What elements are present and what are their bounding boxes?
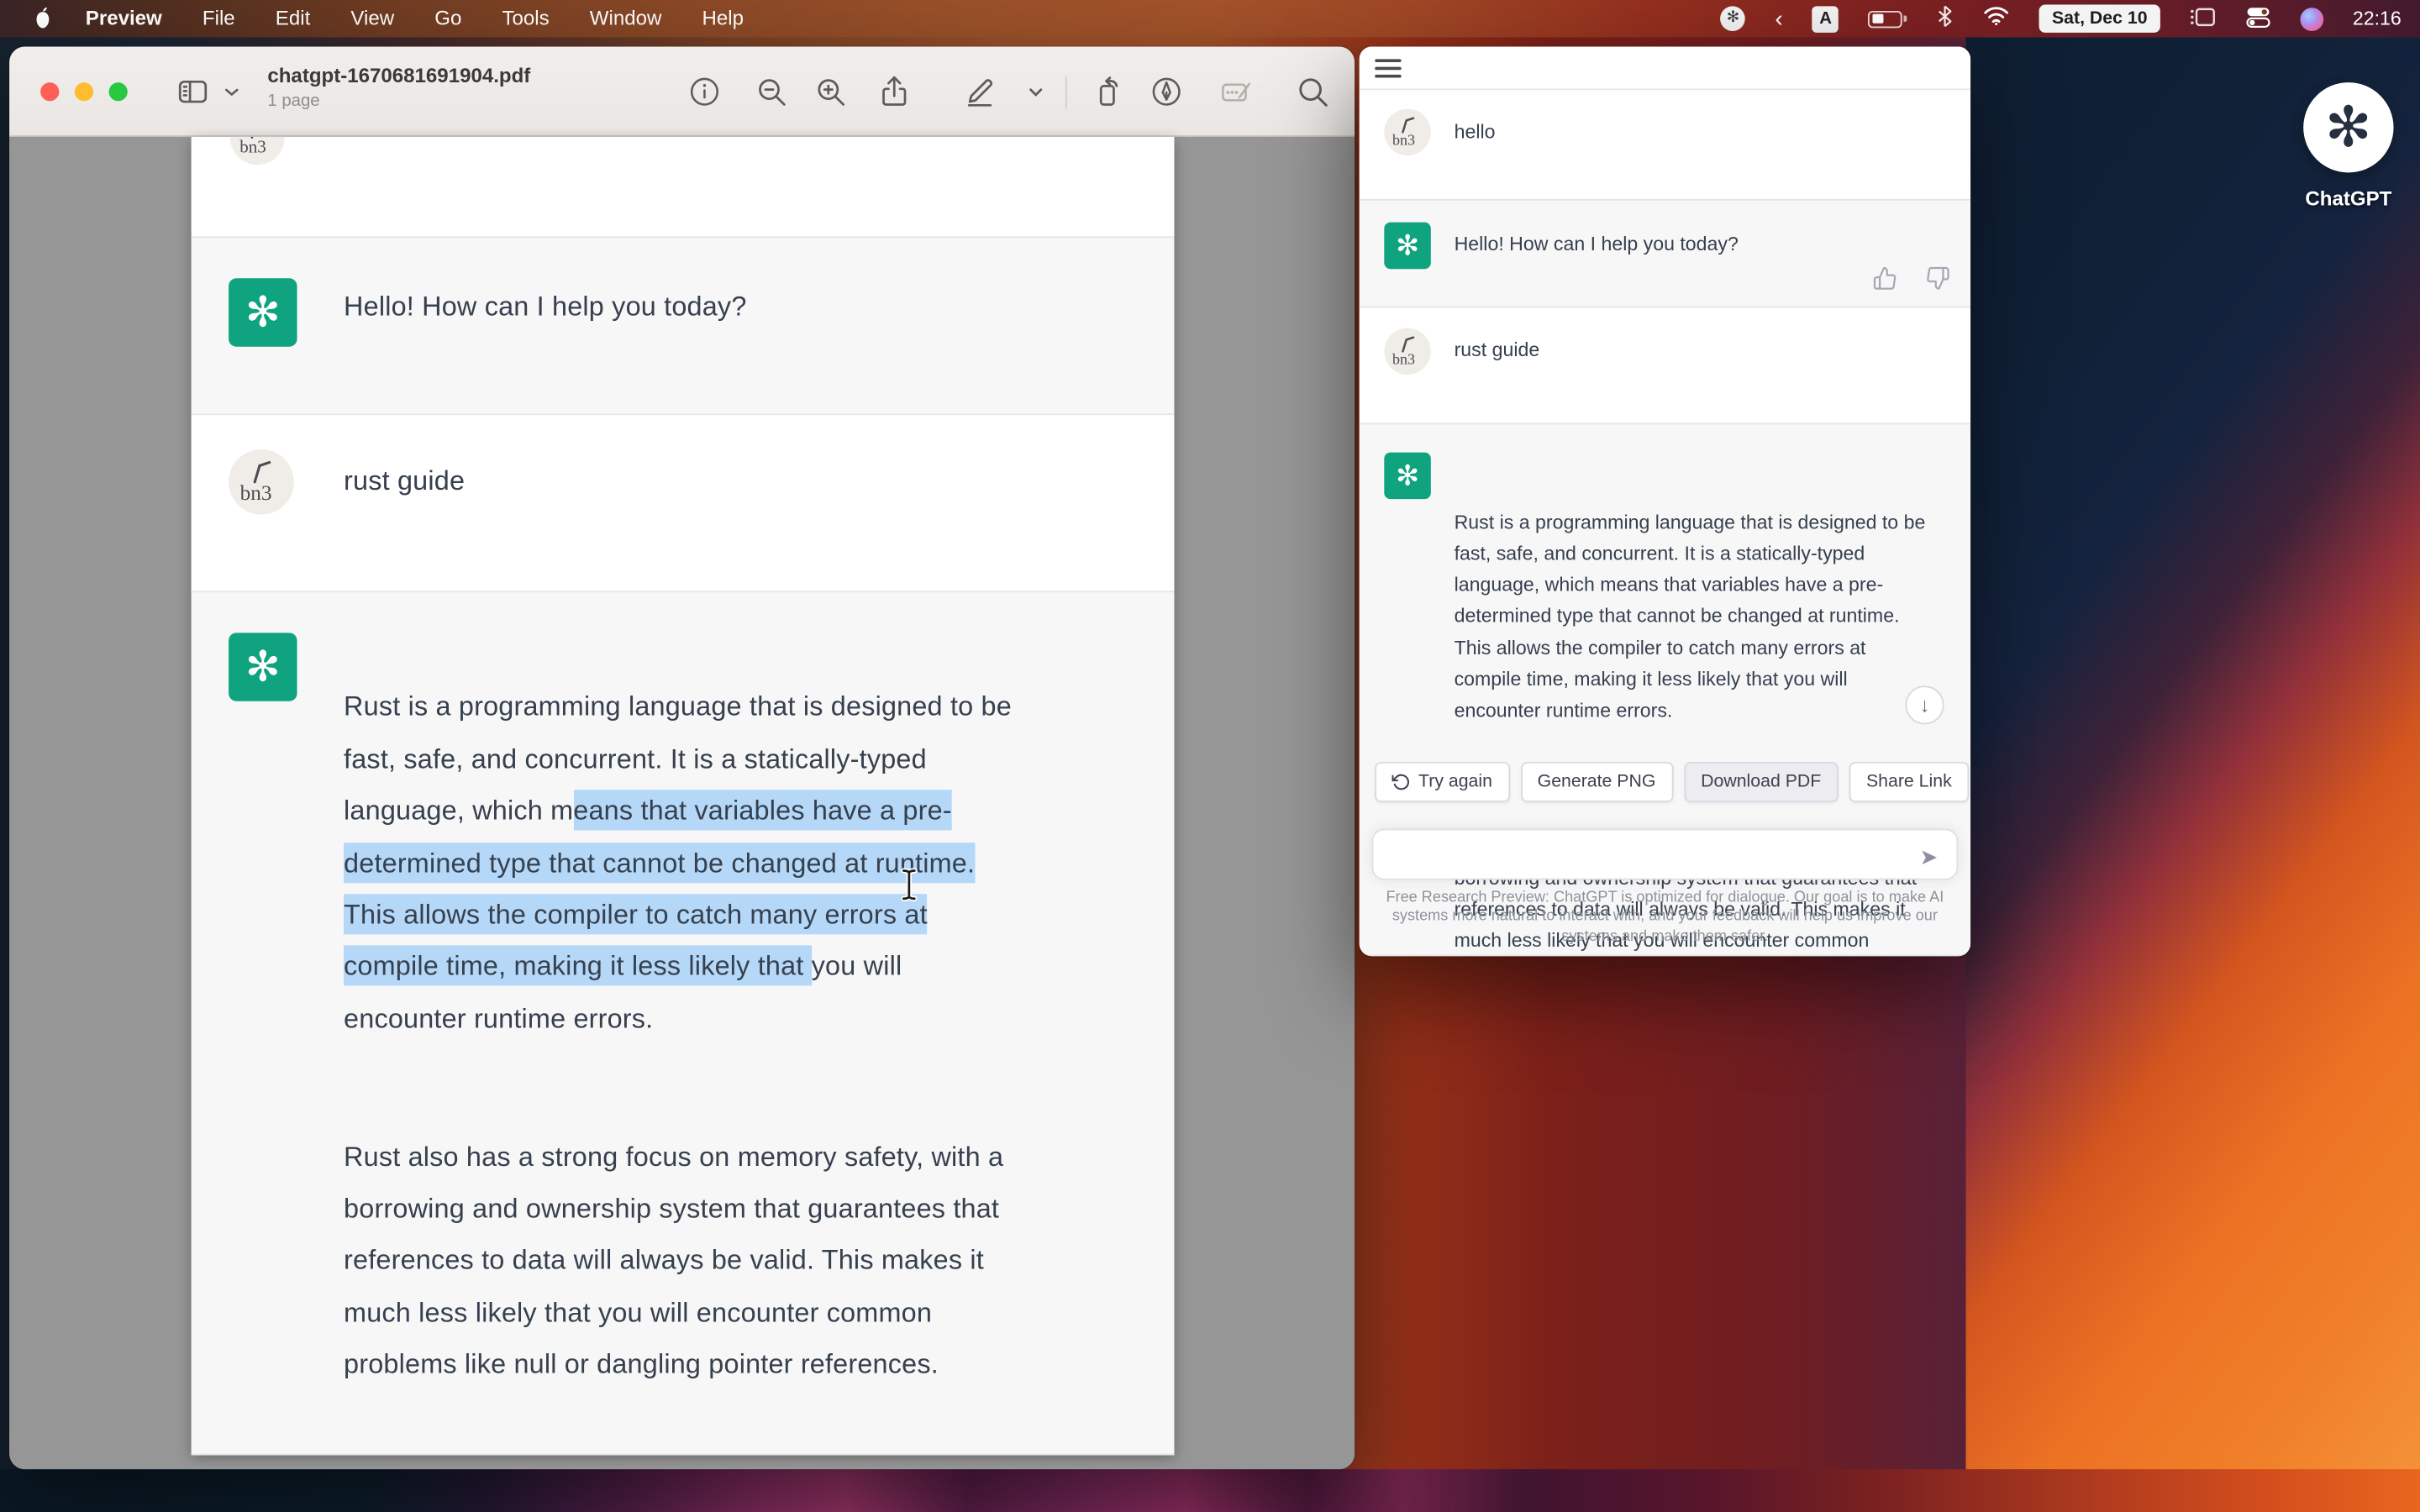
document-title: chatgpt-1670681691904.pdf (267, 64, 530, 87)
share-link-button[interactable]: Share Link (1849, 762, 1969, 802)
hamburger-menu-icon[interactable] (1375, 59, 1401, 78)
menu-window[interactable]: Window (570, 0, 682, 37)
siri-icon[interactable] (2300, 7, 2323, 30)
pdf-answer-text: Rust is a programming language that is d… (344, 630, 1174, 1456)
svg-text:bn3: bn3 (1392, 132, 1415, 149)
collapse-status-chevron-icon[interactable]: ‹ (1776, 5, 1783, 31)
desktop-icon-chatgpt[interactable]: ✻ ChatGPT (2303, 82, 2393, 210)
user-avatar: bn3 (1384, 328, 1431, 375)
button-label: Download PDF (1701, 773, 1821, 791)
user-avatar: bn3 (1384, 109, 1431, 156)
pdf-row-partial: bn3 (192, 137, 1175, 236)
markup-chevron-icon[interactable] (1023, 73, 1049, 110)
preview-window: chatgpt-1670681691904.pdf 1 page (9, 47, 1355, 1470)
pdf-assistant-greeting: Hello! How can I help you today? (344, 281, 746, 333)
screen-mirroring-icon[interactable] (2190, 5, 2216, 31)
svg-text:bn3: bn3 (1392, 351, 1415, 368)
popup-user-message: hello (1455, 117, 1496, 149)
menu-file[interactable]: File (182, 0, 255, 37)
pdf-answer-paragraph-1: Rust is a programming language that is d… (344, 681, 1174, 1045)
menu-edit[interactable]: Edit (255, 0, 331, 37)
sidebar-chevron-down-icon[interactable] (221, 73, 243, 110)
control-center-icon[interactable] (2245, 5, 2270, 31)
button-label: Generate PNG (1538, 773, 1656, 791)
download-pdf-button[interactable]: Download PDF (1684, 762, 1839, 802)
export-button-row: Try again Generate PNG Download PDF Shar… (1375, 762, 1969, 802)
bluetooth-icon[interactable] (1937, 5, 1954, 33)
form-fill-icon (1218, 73, 1255, 110)
text-cursor (899, 868, 919, 902)
screen: Preview File Edit View Go Tools Window H… (0, 0, 2420, 1512)
popup-answer-paragraph-1: Rust is a programming language that is d… (1455, 507, 1926, 727)
scroll-to-bottom-button[interactable]: ↓ (1905, 685, 1944, 724)
zoom-button[interactable] (109, 82, 128, 101)
thumbs-up-icon[interactable] (1872, 266, 1897, 291)
wallpaper-bottom-ribbons (0, 1469, 2420, 1512)
preview-titlebar[interactable]: chatgpt-1670681691904.pdf 1 page (9, 47, 1355, 137)
popup-row-user-1: bn3 hello (1360, 90, 1970, 199)
chatgpt-avatar: ✻ (229, 633, 297, 701)
menu-app-name[interactable]: Preview (66, 0, 182, 37)
minimize-button[interactable] (75, 82, 93, 101)
chatgpt-status-icon[interactable]: ✻ (1721, 6, 1746, 31)
generate-png-button[interactable]: Generate PNG (1520, 762, 1673, 802)
popup-user-message: rust guide (1455, 334, 1540, 366)
search-icon[interactable] (1294, 73, 1331, 110)
markup-pen-icon[interactable] (961, 73, 998, 110)
wifi-icon[interactable] (1984, 6, 2010, 31)
button-label: Share Link (1866, 773, 1952, 791)
info-icon[interactable] (686, 73, 723, 110)
sidebar-toggle-icon[interactable] (174, 73, 211, 110)
pdf-user-prompt: rust guide (344, 455, 465, 507)
menu-view[interactable]: View (330, 0, 414, 37)
menu-help[interactable]: Help (681, 0, 764, 37)
chatgpt-export-window: bn3 hello ✻ Hello! How can I help you to… (1360, 47, 1970, 957)
pdf-page[interactable]: bn3 ✻ Hello! How can I help you today? (192, 137, 1175, 1456)
pdf-row-assistant-answer: ✻ Rust is a programming language that is… (192, 591, 1175, 1455)
close-button[interactable] (40, 82, 59, 101)
user-avatar: bn3 (230, 137, 285, 165)
pdf-row-user-prompt: bn3 rust guide (192, 415, 1175, 591)
desktop-icon-label: ChatGPT (2303, 186, 2393, 210)
user-avatar: bn3 (229, 449, 294, 515)
zoom-in-icon[interactable] (812, 73, 849, 110)
toolbar-separator (1065, 76, 1067, 109)
menu-tools[interactable]: Tools (481, 0, 569, 37)
chatgpt-avatar: ✻ (1384, 453, 1431, 500)
button-label: Try again (1418, 773, 1492, 791)
popup-row-user-2: bn3 rust guide (1360, 307, 1970, 423)
document-page-count: 1 page (267, 92, 530, 110)
battery-icon[interactable] (1869, 10, 1907, 27)
chatgpt-avatar: ✻ (229, 278, 297, 346)
pdf-answer-paragraph-2: Rust also has a strong focus on memory s… (344, 1131, 1174, 1391)
chat-input[interactable]: ➤ (1371, 829, 1958, 880)
apple-menu-icon[interactable] (18, 6, 66, 31)
chatgpt-avatar: ✻ (1384, 223, 1431, 270)
popup-row-assistant-1: ✻ Hello! How can I help you today? (1360, 199, 1970, 308)
rotate-icon[interactable] (1089, 73, 1126, 110)
svg-text:bn3: bn3 (239, 137, 266, 157)
menu-go[interactable]: Go (414, 0, 481, 37)
menu-bar: Preview File Edit View Go Tools Window H… (0, 0, 2420, 37)
menu-clock[interactable]: 22:16 (2353, 8, 2402, 29)
try-again-button[interactable]: Try again (1375, 762, 1509, 802)
svg-text:bn3: bn3 (240, 481, 272, 505)
refresh-icon (1392, 773, 1411, 791)
openai-logo-icon: ✻ (2303, 82, 2393, 172)
popup-assistant-message: Hello! How can I help you today? (1455, 228, 1739, 260)
annotate-pen-icon[interactable] (1148, 73, 1185, 110)
popup-footer-text: Free Research Preview: ChatGPT is optimi… (1378, 890, 1952, 948)
keyboard-layout-icon[interactable]: A (1812, 5, 1839, 31)
wallpaper-right-wedge (1966, 37, 2420, 1512)
send-icon[interactable]: ➤ (1920, 844, 1939, 870)
share-icon[interactable] (876, 73, 913, 110)
thumbs-down-icon[interactable] (1925, 266, 1950, 291)
zoom-out-icon[interactable] (753, 73, 790, 110)
preview-content-area[interactable]: bn3 ✻ Hello! How can I help you today? (9, 137, 1355, 1469)
pdf-row-assistant-greeting: ✻ Hello! How can I help you today? (192, 236, 1175, 415)
menu-date[interactable]: Sat, Dec 10 (2039, 5, 2160, 33)
popup-header (1360, 47, 1970, 91)
